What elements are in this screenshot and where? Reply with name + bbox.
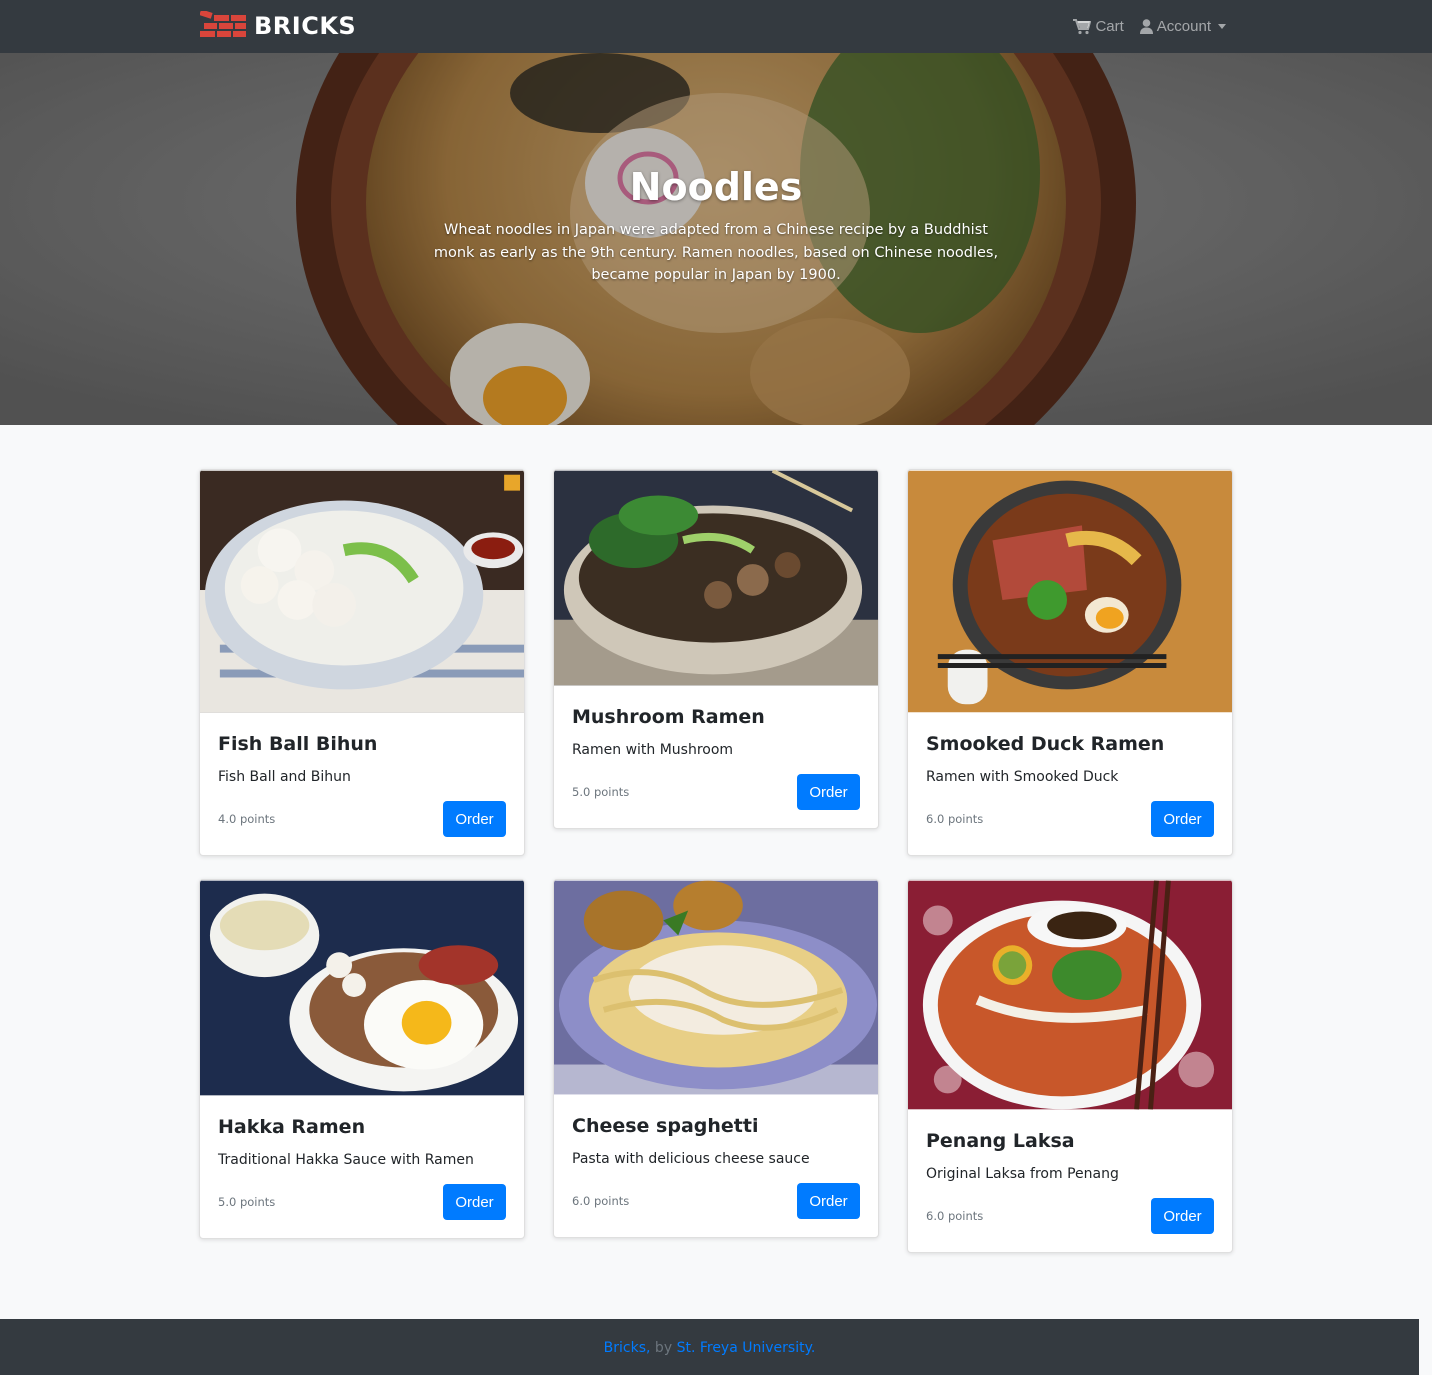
hero-description: Wheat noodles in Japan were adapted from…: [433, 222, 999, 283]
cart-label: Cart: [1095, 18, 1124, 35]
order-button[interactable]: Order: [443, 1184, 506, 1220]
product-card: Mushroom Ramen Ramen with Mushroom 5.0 p…: [553, 469, 879, 829]
order-button[interactable]: Order: [443, 801, 506, 837]
product-title: Smooked Duck Ramen: [926, 733, 1165, 755]
footer-brand-link[interactable]: Bricks,: [604, 1340, 651, 1356]
hero-content: Noodles Wheat noodles in Japan were adap…: [430, 165, 1002, 287]
product-points: 6.0 points: [926, 812, 984, 826]
cart-link[interactable]: Cart: [1073, 18, 1124, 35]
product-card: Smooked Duck Ramen Ramen with Smooked Du…: [907, 469, 1233, 856]
user-icon: [1139, 19, 1153, 34]
product-card: Cheese spaghetti Pasta with delicious ch…: [553, 879, 879, 1238]
order-button[interactable]: Order: [797, 1183, 860, 1219]
chevron-down-icon: [1218, 24, 1226, 29]
product-description: Ramen with Mushroom: [572, 742, 734, 758]
account-label: Account: [1156, 18, 1211, 35]
cart-icon: [1073, 18, 1092, 34]
product-title: Fish Ball Bihun: [218, 733, 378, 755]
product-card: Penang Laksa Original Laksa from Penang …: [907, 879, 1233, 1253]
product-points: 4.0 points: [218, 812, 276, 826]
smooked-duck-ramen-image: [908, 470, 1232, 713]
page-title: Noodles: [629, 165, 803, 209]
hakka-ramen-image: [200, 880, 524, 1096]
product-points: 5.0 points: [572, 785, 630, 799]
footer-university-link[interactable]: St. Freya University.: [677, 1340, 816, 1356]
order-button[interactable]: Order: [1151, 801, 1214, 837]
product-points: 5.0 points: [218, 1195, 276, 1209]
nav-links: Cart Account: [1073, 0, 1226, 53]
product-description: Original Laksa from Penang: [926, 1166, 1119, 1182]
product-title: Cheese spaghetti: [572, 1115, 759, 1137]
product-description: Pasta with delicious cheese sauce: [572, 1151, 810, 1167]
fish-ball-bihun-image: [200, 470, 524, 713]
account-dropdown[interactable]: Account: [1139, 18, 1226, 35]
product-title: Mushroom Ramen: [572, 706, 765, 728]
brand-link[interactable]: BRICKS: [200, 8, 356, 44]
mushroom-ramen-image: [554, 470, 878, 686]
product-description: Fish Ball and Bihun: [218, 769, 351, 785]
footer-by-text: by: [650, 1340, 677, 1356]
penang-laksa-image: [908, 880, 1232, 1110]
brand-name: BRICKS: [254, 12, 357, 40]
hero-banner: Noodles Wheat noodles in Japan were adap…: [0, 53, 1432, 425]
product-description: Traditional Hakka Sauce with Ramen: [218, 1152, 474, 1168]
product-points: 6.0 points: [926, 1209, 984, 1223]
page-footer: Bricks, by St. Freya University.: [0, 1319, 1419, 1375]
product-description: Ramen with Smooked Duck: [926, 769, 1119, 785]
top-navbar: BRICKS Cart Account: [0, 0, 1432, 53]
brick-logo-icon: [200, 11, 246, 37]
cheese-spaghetti-image: [554, 880, 878, 1095]
product-card: Fish Ball Bihun Fish Ball and Bihun 4.0 …: [199, 469, 525, 856]
product-title: Penang Laksa: [926, 1130, 1075, 1152]
product-points: 6.0 points: [572, 1194, 630, 1208]
product-card: Hakka Ramen Traditional Hakka Sauce with…: [199, 879, 525, 1239]
product-title: Hakka Ramen: [218, 1116, 366, 1138]
order-button[interactable]: Order: [797, 774, 860, 810]
order-button[interactable]: Order: [1151, 1198, 1214, 1234]
